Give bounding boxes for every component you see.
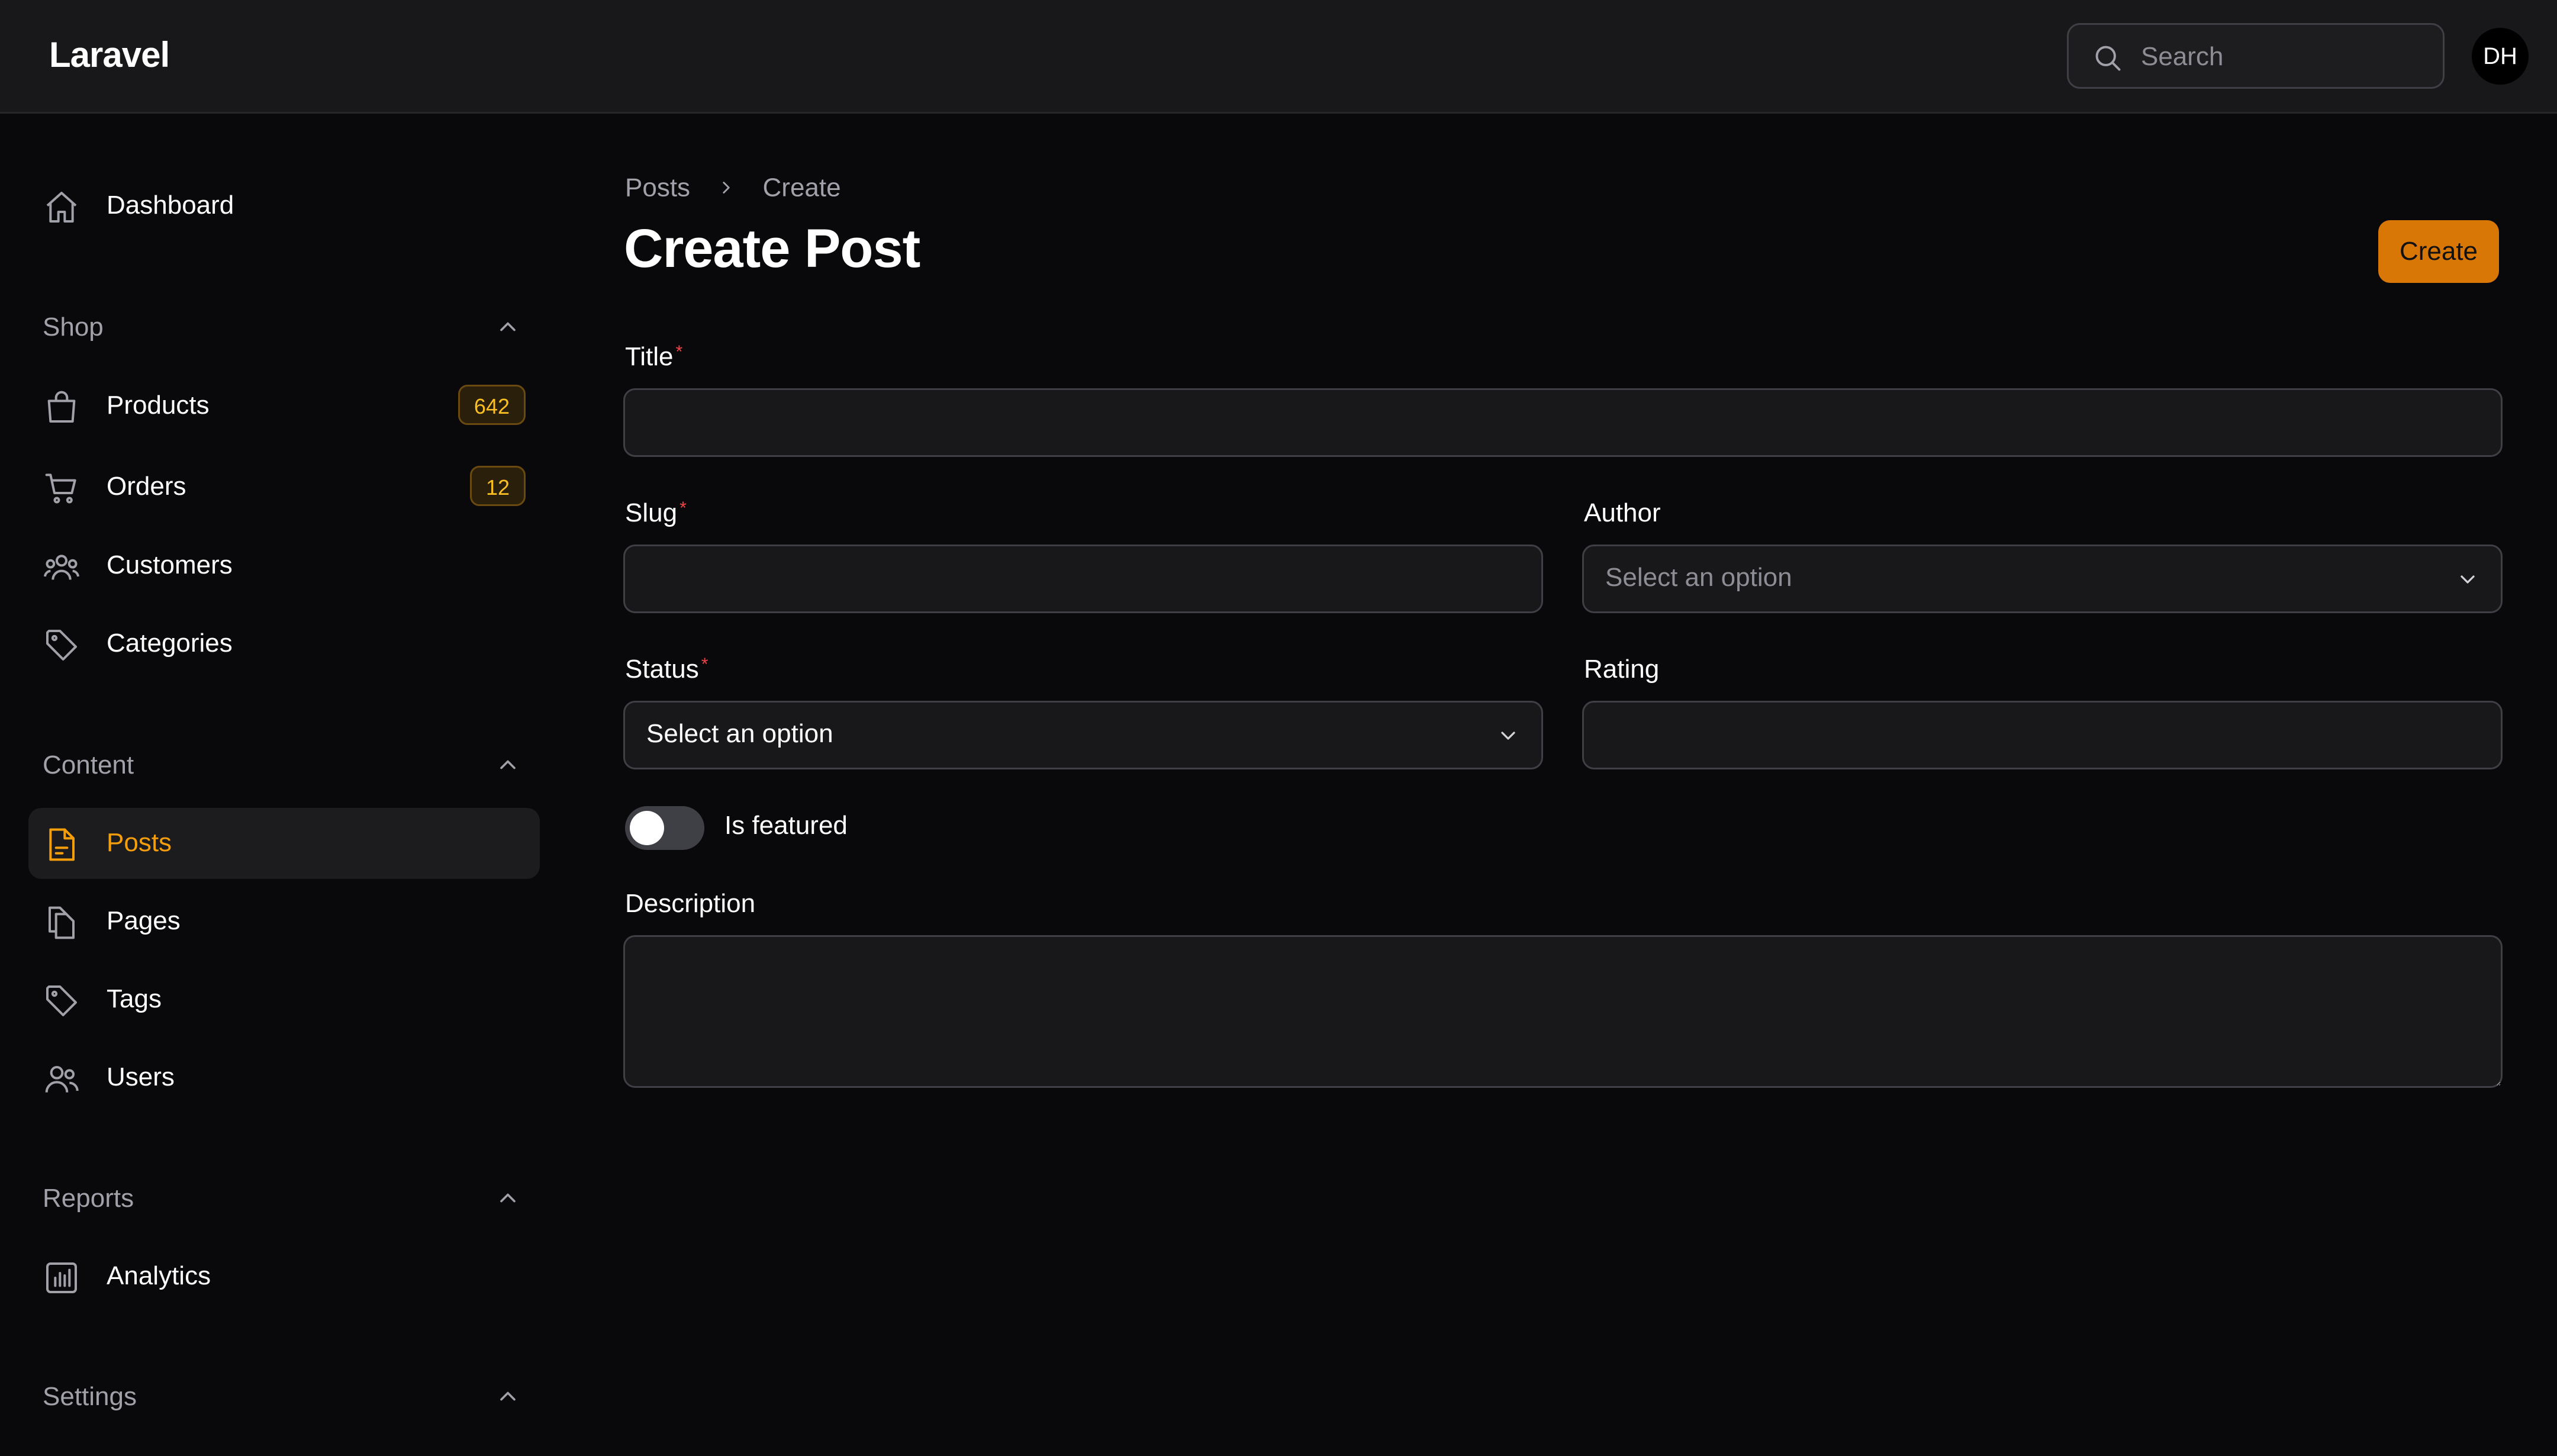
sidebar-item-customers[interactable]: Customers [28, 530, 540, 601]
sidebar-item-users[interactable]: Users [28, 1042, 540, 1113]
users-icon [45, 1066, 79, 1093]
sidebar-item-label: Posts [107, 828, 172, 857]
group-label: Reports [43, 1184, 134, 1213]
chevron-up-icon [500, 1391, 516, 1401]
slug-input[interactable] [623, 545, 1543, 613]
sidebar-item-categories[interactable]: Categories [28, 608, 540, 679]
sidebar-item-dashboard[interactable]: Dashboard [28, 170, 540, 241]
tag-icon [46, 630, 77, 661]
chevron-down-icon [2461, 575, 2475, 584]
count-badge: 12 [469, 466, 526, 506]
breadcrumb: Posts Create [625, 172, 841, 202]
shopping-cart-icon [45, 473, 76, 504]
count-badge: 642 [458, 385, 526, 425]
search-input[interactable] [2140, 37, 2426, 77]
sidebar-item-label: Users [107, 1062, 175, 1091]
home-icon [46, 192, 77, 223]
title-label: Title * [625, 342, 683, 371]
top-bar: Laravel DH [0, 0, 2557, 114]
sidebar-item-orders[interactable]: Orders 12 [28, 452, 540, 523]
sidebar-item-analytics[interactable]: Analytics [28, 1241, 540, 1312]
author-select[interactable]: Select an option [1582, 545, 2503, 613]
create-button[interactable]: Create [2378, 220, 2499, 283]
group-label: Shop [43, 313, 104, 342]
title-input[interactable] [623, 388, 2503, 457]
brand-logo[interactable]: Laravel [49, 34, 170, 75]
status-select-value: Select an option [646, 719, 833, 748]
chevron-right-icon [723, 182, 730, 194]
sidebar-item-label: Orders [107, 472, 186, 501]
tag-icon [46, 985, 77, 1016]
page-title: Create Post [624, 218, 920, 279]
document-text-icon [49, 828, 75, 861]
users-group-icon [44, 555, 79, 580]
sidebar-item-pages[interactable]: Pages [28, 886, 540, 957]
sidebar-item-label: Tags [107, 984, 162, 1013]
slug-label: Slug * [625, 498, 687, 527]
chevron-down-icon [1501, 732, 1515, 740]
search-box[interactable] [2067, 23, 2445, 89]
sidebar-item-posts[interactable]: Posts [28, 808, 540, 879]
status-label: Status * [625, 655, 709, 684]
app-root: Laravel DH Dashboard Shop Products 642 O… [0, 0, 2557, 1456]
sidebar-item-label: Analytics [107, 1261, 211, 1290]
author-label: Author [1584, 498, 1661, 527]
chevron-up-icon [500, 322, 516, 331]
sidebar-item-label: Customers [107, 550, 233, 579]
status-select[interactable]: Select an option [623, 701, 1543, 769]
group-label: Settings [43, 1382, 137, 1411]
sidebar-item-label: Dashboard [107, 191, 234, 220]
user-avatar[interactable]: DH [2472, 28, 2529, 85]
required-marker: * [679, 498, 687, 518]
group-label: Content [43, 750, 134, 779]
required-marker: * [675, 342, 683, 362]
toggle-knob [630, 811, 664, 845]
sidebar-item-products[interactable]: Products 642 [28, 371, 540, 442]
rating-label: Rating [1584, 655, 1660, 684]
sidebar-item-label: Products [107, 391, 210, 420]
group-reports-header[interactable]: Reports [43, 1178, 528, 1219]
breadcrumb-current: Create [762, 173, 841, 202]
group-content-header[interactable]: Content [43, 745, 528, 786]
description-textarea[interactable] [623, 935, 2503, 1088]
author-select-value: Select an option [1605, 563, 1792, 592]
rating-input[interactable] [1582, 701, 2503, 769]
is-featured-label: Is featured [724, 811, 848, 840]
chevron-up-icon [500, 760, 516, 769]
chevron-up-icon [500, 1193, 516, 1203]
description-label: Description [625, 889, 756, 918]
shopping-bag-icon [47, 391, 76, 423]
search-icon [2095, 46, 2121, 71]
sidebar-item-label: Categories [107, 629, 233, 658]
breadcrumb-link-posts[interactable]: Posts [625, 173, 690, 202]
sidebar-item-tags[interactable]: Tags [28, 964, 540, 1035]
group-settings-header[interactable]: Settings [43, 1376, 528, 1418]
documents-icon [49, 906, 75, 939]
required-marker: * [701, 655, 709, 674]
is-featured-toggle[interactable] [625, 806, 704, 850]
sidebar-item-label: Pages [107, 906, 181, 935]
group-shop-header[interactable]: Shop [43, 307, 528, 348]
chart-bar-icon [46, 1262, 77, 1293]
